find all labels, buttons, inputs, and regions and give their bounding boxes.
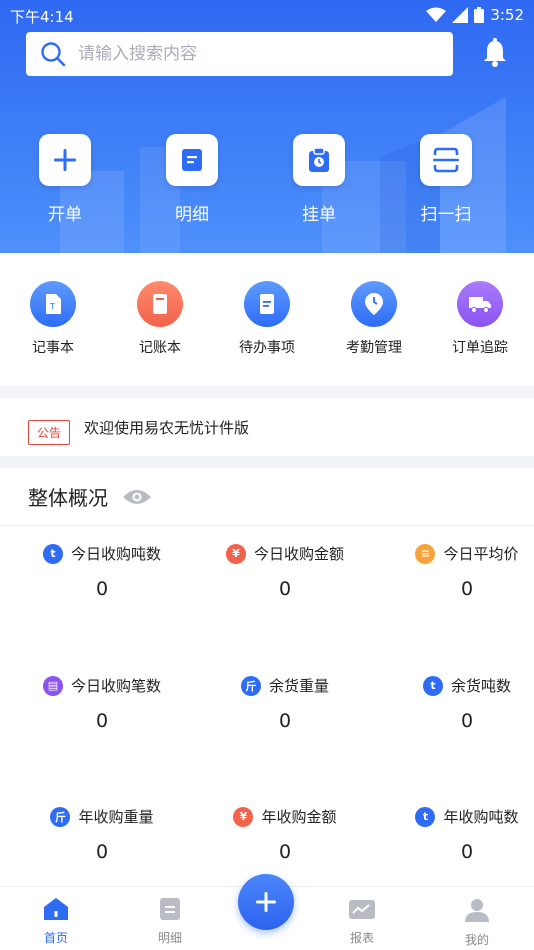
overview-panel: 整体概况 t 今日收购吨数 0 ¥ 今日收购金额 0 ≡ 今日平均价 0 ▤ 今日收购笔… — [0, 468, 534, 888]
stat-value: 0 — [460, 841, 474, 863]
coins-icon: ≡ — [415, 543, 436, 564]
plus-icon — [54, 149, 76, 171]
function-todo[interactable]: 待办事项 — [217, 281, 317, 357]
stat-today-amount: ¥ 今日收购金额 0 — [196, 543, 374, 600]
tab-reports[interactable]: 报表 — [322, 897, 402, 946]
eye-icon[interactable] — [122, 488, 152, 506]
add-button[interactable] — [238, 874, 294, 930]
stat-value: 0 — [460, 710, 474, 732]
overview-title: 整体概况 — [28, 486, 108, 510]
stat-year-amount: ¥ 年收购金额 0 — [196, 806, 374, 863]
function-attendance[interactable]: 考勤管理 — [324, 281, 424, 357]
wifi-icon — [426, 7, 447, 22]
receipt-icon: ▤ — [42, 675, 63, 696]
announcement-bar[interactable]: 公告 欢迎使用易农无忧计件版 — [0, 398, 534, 456]
status-battery-text: 3:52 — [490, 6, 524, 24]
detail-doc-icon — [182, 149, 202, 171]
home-icon — [44, 898, 68, 920]
stat-today-tons: t 今日收购吨数 0 — [13, 543, 191, 600]
attendance-clock-icon — [365, 293, 383, 315]
stat-value: 0 — [278, 710, 292, 732]
stat-value: 0 — [95, 710, 109, 732]
signal-icon — [452, 7, 469, 23]
tab-details[interactable]: 明细 — [130, 897, 210, 946]
ledger-icon — [153, 294, 167, 314]
tab-me[interactable]: 我的 — [437, 897, 517, 948]
search-icon — [41, 42, 66, 67]
tab-home[interactable]: 首页 — [16, 897, 96, 946]
scan-icon — [433, 147, 459, 173]
detail-doc-icon — [160, 898, 180, 920]
function-notepad[interactable]: T 记事本 — [3, 281, 103, 357]
stat-stock-tons: t 余货吨数 0 — [378, 675, 534, 732]
quick-action-label: 明细 — [175, 205, 209, 225]
yuan-icon: ¥ — [233, 806, 254, 827]
chart-icon — [349, 900, 375, 919]
jin-icon: 斤 — [50, 806, 71, 827]
truck-icon — [469, 297, 491, 313]
todo-icon — [260, 294, 274, 314]
stat-value: 0 — [278, 841, 292, 863]
quick-action-hold-order[interactable]: 挂单 — [269, 134, 369, 225]
stat-stock-weight: 斤余货重量 0 — [196, 675, 374, 732]
stat-value: 0 — [95, 578, 109, 600]
quick-action-label: 扫一扫 — [420, 205, 472, 225]
stat-value: 0 — [95, 841, 109, 863]
function-grid: T 记事本 记账本 待办事项 考勤管理 订单追踪 — [0, 253, 534, 386]
clipboard-clock-icon — [309, 147, 329, 172]
quick-action-label: 开单 — [48, 205, 82, 225]
tons-icon: t — [422, 675, 443, 696]
quick-action-scan[interactable]: 扫一扫 — [396, 134, 496, 225]
plus-icon — [256, 892, 276, 912]
notepad-icon: T — [46, 294, 61, 314]
tons-icon: t — [415, 806, 436, 827]
yuan-icon: ¥ — [225, 543, 246, 564]
stat-today-avg-price: ≡ 今日平均价 0 — [378, 543, 534, 600]
search-input[interactable] — [78, 44, 418, 64]
status-time: 下午4:14 — [10, 8, 74, 26]
status-bar: 下午4:14 3:52 — [0, 0, 534, 30]
stat-value: 0 — [278, 578, 292, 600]
jin-icon: 斤 — [240, 675, 261, 696]
battery-icon — [474, 7, 485, 23]
stat-value: 0 — [460, 578, 474, 600]
search-bar[interactable] — [26, 32, 453, 76]
stat-year-weight: 斤年收购重量 0 — [13, 806, 191, 863]
user-icon — [465, 899, 489, 922]
svg-text:T: T — [49, 302, 55, 311]
announcement-text: 欢迎使用易农无忧计件版 — [84, 418, 250, 437]
function-ledger[interactable]: 记账本 — [110, 281, 210, 357]
stat-today-count: ▤ 今日收购笔数 0 — [13, 675, 191, 732]
function-order-tracking[interactable]: 订单追踪 — [430, 281, 530, 357]
tons-icon: t — [42, 543, 63, 564]
quick-action-label: 挂单 — [302, 205, 336, 225]
announcement-tag: 公告 — [28, 419, 71, 445]
stat-year-tons: t 年收购吨数 0 — [378, 806, 534, 863]
bell-icon[interactable] — [481, 38, 509, 68]
quick-action-create-order[interactable]: 开单 — [15, 134, 115, 225]
quick-action-details[interactable]: 明细 — [142, 134, 242, 225]
